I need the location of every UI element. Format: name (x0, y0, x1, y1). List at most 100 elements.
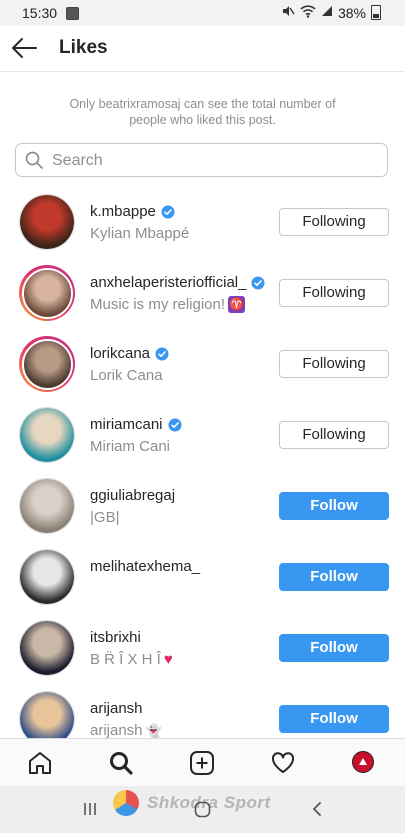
search-icon[interactable] (108, 750, 134, 776)
verified-badge-icon (161, 205, 175, 218)
home-button[interactable] (194, 801, 211, 823)
username-line: ggiuliabregaj (90, 487, 175, 504)
full-name: Miriam Cani (90, 438, 170, 455)
username[interactable]: lorikcana (90, 345, 150, 362)
battery-percent: 38% (337, 4, 366, 21)
search-icon (25, 151, 43, 169)
list-item[interactable]: melihatexhema_ Follow (0, 540, 405, 611)
avatar[interactable] (19, 265, 75, 321)
full-name: Lorik Cana (90, 367, 163, 384)
heart-icon: ♥ (163, 651, 173, 668)
list-item[interactable]: ggiuliabregaj |GB| Follow (0, 469, 405, 540)
username[interactable]: melihatexhema_ (90, 558, 200, 575)
full-name: arijansh 👻 (90, 722, 162, 739)
chevron-left-icon (312, 802, 321, 816)
search-input[interactable] (50, 147, 374, 175)
following-button[interactable]: Following (279, 279, 389, 307)
follow-button[interactable]: Follow (279, 634, 389, 662)
username[interactable]: arijansh (90, 700, 143, 717)
verified-badge-icon (155, 347, 169, 360)
full-name-text: B R̈ Î X H Î (90, 651, 161, 668)
full-name: B R̈ Î X H Î ♥ (90, 651, 173, 668)
following-button[interactable]: Following (279, 350, 389, 378)
username[interactable]: anxhelaperisteriofficial_ (90, 274, 246, 291)
notification-icon (66, 7, 79, 20)
username-line: k.mbappe (90, 203, 175, 220)
username-line: anxhelaperisteriofficial_ (90, 274, 265, 291)
add-post-icon[interactable] (189, 750, 215, 776)
username-line: melihatexhema_ (90, 558, 200, 575)
page-title: Likes (59, 37, 108, 58)
ghost-icon: 👻 (145, 722, 162, 738)
wifi-icon (300, 4, 316, 21)
signal-icon (321, 5, 333, 20)
avatar-frame (19, 407, 75, 463)
full-name-text: Kylian Mbappé (90, 225, 190, 242)
full-name-text: Music is my religion! (90, 296, 226, 313)
home-icon[interactable] (27, 750, 53, 776)
full-name-text: Lorik Cana (90, 367, 163, 384)
full-name-text: Miriam Cani (90, 438, 171, 455)
verified-badge-icon (168, 418, 182, 431)
list-item[interactable]: anxhelaperisteriofficial_ Music is my rel… (0, 256, 405, 327)
avatar-frame (21, 338, 73, 390)
avatar[interactable] (19, 194, 75, 250)
username-line: arijansh (90, 700, 143, 717)
home-circle-icon (194, 801, 211, 818)
avatar-image (20, 408, 74, 462)
avatar[interactable] (19, 407, 75, 463)
avatar-frame (19, 549, 75, 605)
avatar[interactable] (19, 336, 75, 392)
full-name: Kylian Mbappé (90, 225, 189, 242)
avatar-frame (21, 267, 73, 319)
aries-icon: ♈ (228, 296, 246, 313)
activity-heart-icon[interactable] (270, 750, 296, 776)
full-name-text: |GB| (90, 509, 120, 526)
status-bar: 15:30 38% (0, 0, 405, 26)
username-line: miriamcani (90, 416, 182, 433)
follow-button[interactable]: Follow (279, 563, 389, 591)
status-time: 15:30 (22, 5, 58, 21)
search-bar[interactable] (15, 143, 388, 177)
status-icons: 38% (281, 4, 381, 21)
avatar-frame (19, 620, 75, 676)
avatar-image (20, 195, 74, 249)
list-item[interactable]: lorikcana Lorik Cana Following (0, 327, 405, 398)
avatar-image (20, 621, 74, 675)
full-name-text: arijansh (90, 722, 143, 739)
bottom-nav (0, 738, 405, 787)
following-button[interactable]: Following (279, 421, 389, 449)
verified-badge-icon (251, 276, 265, 289)
list-item[interactable]: k.mbappe Kylian Mbappé Following (0, 185, 405, 256)
watermark-logo-icon (113, 790, 139, 816)
full-name: |GB| (90, 509, 119, 526)
follow-button[interactable]: Follow (279, 705, 389, 733)
username[interactable]: itsbrixhi (90, 629, 141, 646)
privacy-notice: Only beatrixramosaj can see the total nu… (69, 97, 336, 127)
watermark: Shkodra Sport (113, 790, 271, 816)
username-line: itsbrixhi (90, 629, 141, 646)
avatar[interactable] (19, 549, 75, 605)
username[interactable]: k.mbappe (90, 203, 156, 220)
username-line: lorikcana (90, 345, 169, 362)
avatar-image (23, 340, 71, 388)
avatar-image (23, 269, 71, 317)
follow-button[interactable]: Follow (279, 492, 389, 520)
full-name: Music is my religion! ♈ (90, 296, 246, 313)
list-item[interactable]: itsbrixhi B R̈ Î X H Î ♥ Follow (0, 611, 405, 682)
system-back-button[interactable] (310, 801, 324, 822)
mute-icon (281, 4, 295, 21)
recent-apps-button[interactable] (82, 801, 98, 822)
avatar[interactable] (19, 620, 75, 676)
avatar-image (20, 550, 74, 604)
back-button[interactable] (10, 36, 38, 60)
username[interactable]: ggiuliabregaj (90, 487, 175, 504)
username[interactable]: miriamcani (90, 416, 163, 433)
recent-apps-icon (84, 803, 96, 815)
avatar-frame (19, 478, 75, 534)
avatar-frame (19, 194, 75, 250)
following-button[interactable]: Following (279, 208, 389, 236)
profile-avatar[interactable] (352, 751, 374, 773)
list-item[interactable]: miriamcani Miriam Cani Following (0, 398, 405, 469)
avatar[interactable] (19, 478, 75, 534)
